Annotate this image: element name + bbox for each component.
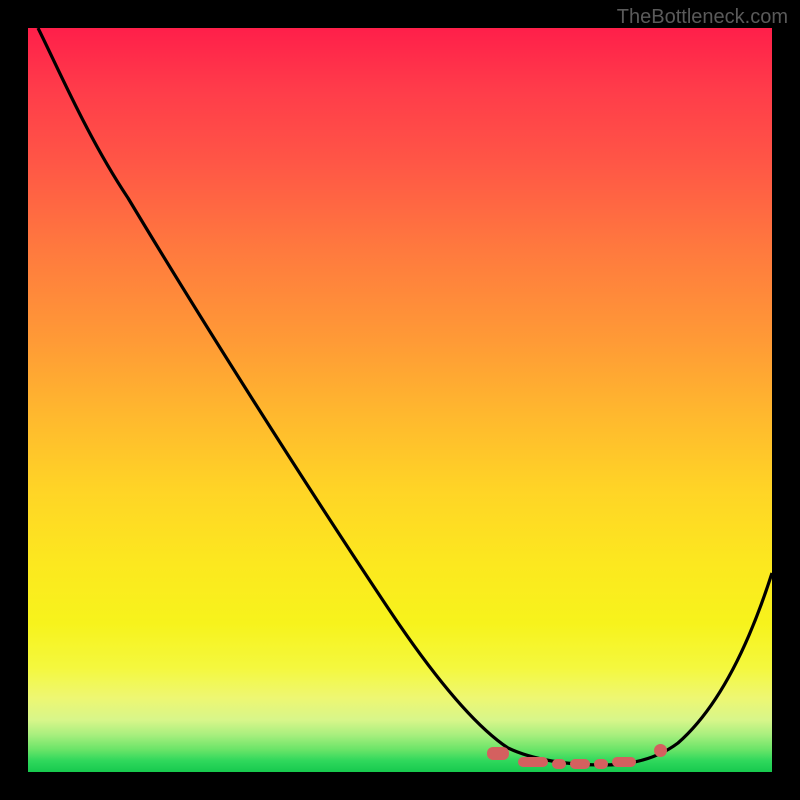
trough-marker-mid-5 <box>612 757 636 767</box>
curve-path <box>38 28 772 765</box>
trough-marker-mid-2 <box>552 759 566 769</box>
watermark-text: TheBottleneck.com <box>617 6 788 29</box>
bottleneck-curve <box>28 28 772 772</box>
trough-marker-mid-1 <box>518 757 548 767</box>
trough-marker-left <box>487 747 509 760</box>
trough-marker-mid-3 <box>570 759 590 769</box>
trough-marker-right <box>654 744 667 757</box>
trough-marker-mid-4 <box>594 759 608 769</box>
plot-background-gradient <box>28 28 772 772</box>
